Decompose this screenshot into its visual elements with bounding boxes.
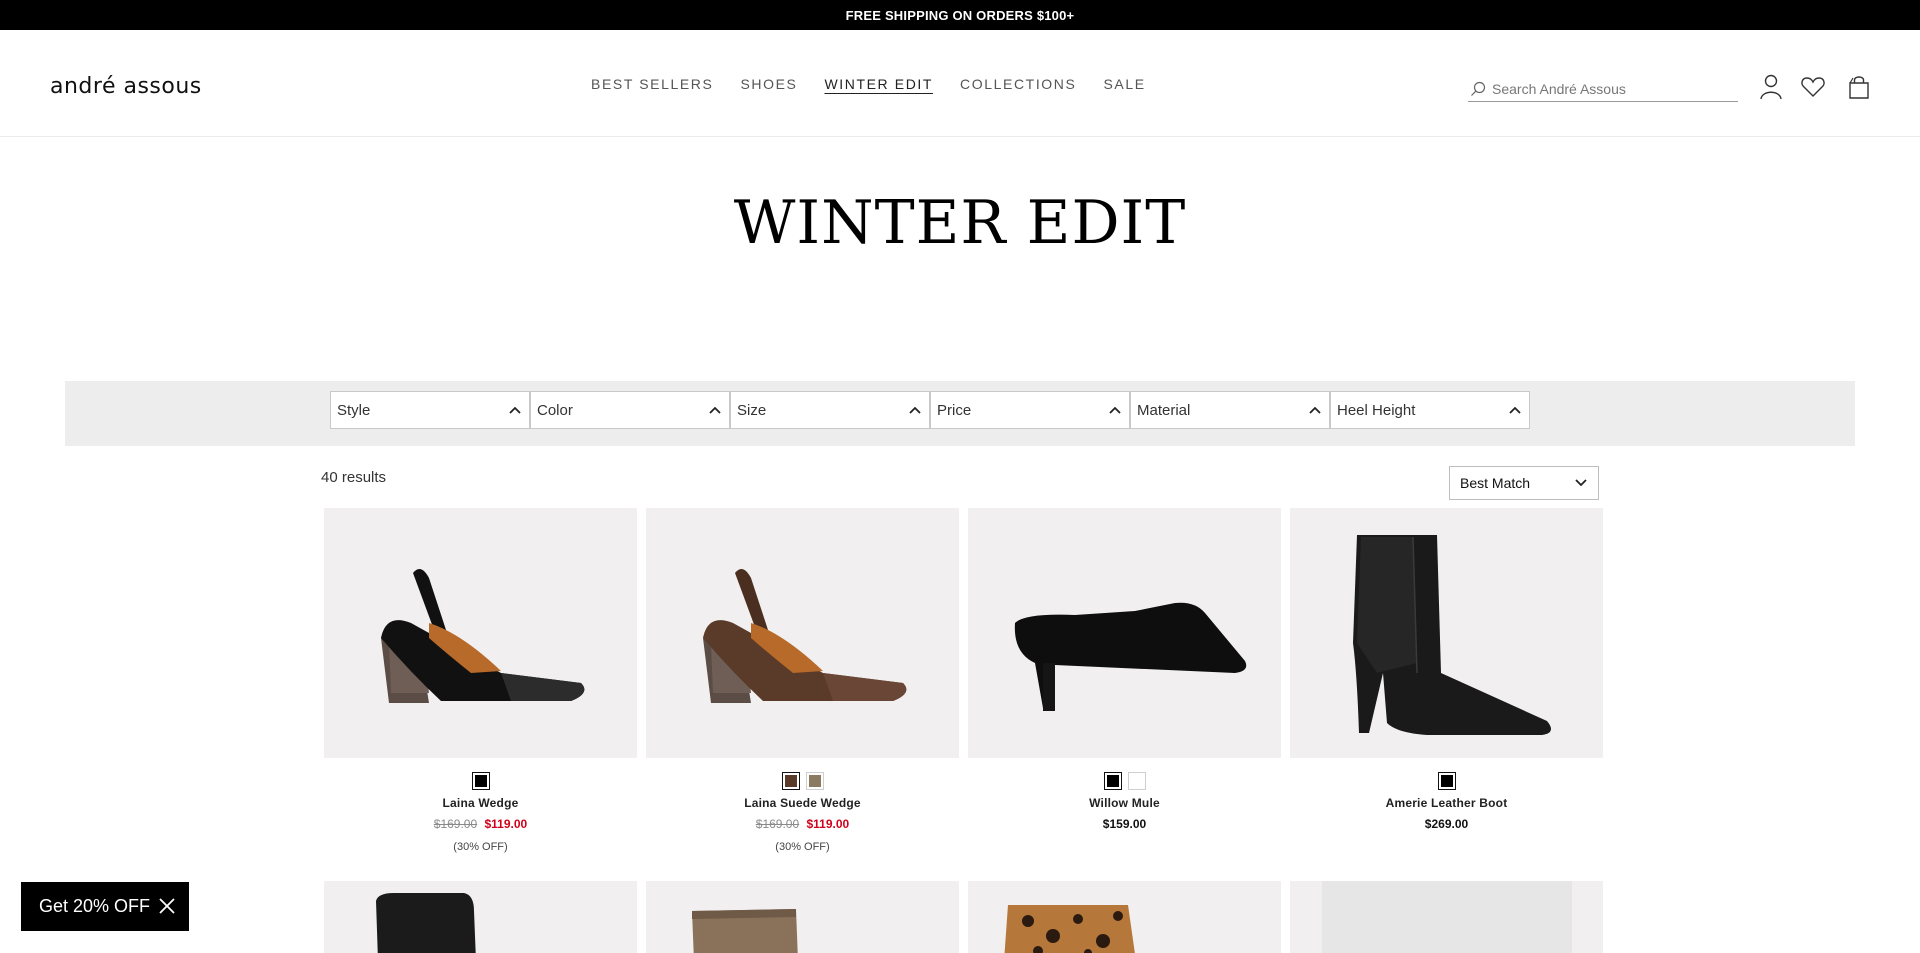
product-price: $269.00 [1290, 817, 1603, 831]
chevron-up-icon [509, 406, 521, 414]
product-price: $169.00 $119.00 [646, 817, 959, 831]
swatch-black[interactable] [471, 772, 490, 790]
product-name[interactable]: Willow Mule [968, 796, 1281, 810]
search-bar [1468, 76, 1738, 102]
sale-price: $119.00 [484, 817, 528, 831]
discount-popup-label: Get 20% OFF [39, 896, 151, 916]
filter-style[interactable]: Style [330, 391, 530, 429]
filter-price[interactable]: Price [930, 391, 1130, 429]
leopard-print-shoe-image [1004, 905, 1135, 953]
product-card[interactable]: Amerie Leather Boot $269.00 [1290, 508, 1603, 831]
site-header: andré assous BEST SELLERS SHOES WINTER E… [0, 30, 1920, 137]
product-image[interactable] [324, 508, 637, 758]
discount-label: (30% OFF) [453, 841, 508, 853]
swatch-white[interactable] [1127, 772, 1146, 790]
wishlist-heart-icon[interactable] [1799, 73, 1827, 101]
product-name[interactable]: Amerie Leather Boot [1290, 796, 1603, 810]
original-price: $169.00 [755, 817, 800, 831]
regular-price: $269.00 [1424, 817, 1469, 831]
nav-best-sellers[interactable]: BEST SELLERS [591, 76, 713, 92]
filter-label: Heel Height [1337, 401, 1416, 419]
filter-heel-height[interactable]: Heel Height [1330, 391, 1530, 429]
product-card[interactable]: Laina Wedge $169.00 $119.00 (30% OFF) [324, 508, 637, 853]
search-input[interactable] [1492, 80, 1732, 97]
product-card[interactable]: Willow Mule $159.00 [968, 508, 1281, 831]
chevron-down-icon [1575, 479, 1587, 487]
color-swatches [646, 772, 959, 790]
product-name[interactable]: Laina Wedge [324, 796, 637, 810]
product-name[interactable]: Laina Suede Wedge [646, 796, 959, 810]
taupe-suede-boot-image [692, 909, 798, 953]
placeholder-image [1321, 881, 1572, 953]
close-icon[interactable] [157, 896, 177, 916]
product-image[interactable] [1290, 881, 1603, 953]
product-card[interactable] [324, 881, 637, 953]
nav-shoes[interactable]: SHOES [740, 76, 797, 92]
black-croc-ankle-boot-image [1352, 535, 1551, 735]
filter-label: Color [537, 401, 573, 419]
product-image[interactable] [646, 881, 959, 953]
product-card[interactable] [968, 881, 1281, 953]
color-swatches [1290, 772, 1603, 790]
chevron-up-icon [1309, 406, 1321, 414]
product-price: $169.00 $119.00 [324, 817, 637, 831]
black-stretch-boot-image [376, 893, 476, 953]
product-image[interactable] [1290, 508, 1603, 758]
chevron-up-icon [909, 406, 921, 414]
nav-collections[interactable]: COLLECTIONS [960, 76, 1076, 92]
sort-dropdown[interactable]: Best Match [1449, 466, 1599, 500]
page-title: WINTER EDIT [733, 188, 1187, 258]
color-swatches [968, 772, 1281, 790]
nav-sale[interactable]: SALE [1103, 76, 1145, 92]
filter-label: Style [337, 401, 371, 419]
filter-label: Price [937, 401, 972, 419]
search-icon[interactable] [1470, 81, 1486, 97]
filter-color[interactable]: Color [530, 391, 730, 429]
chevron-up-icon [1109, 406, 1121, 414]
swatch-black[interactable] [1103, 772, 1122, 790]
discount-popup-button[interactable]: Get 20% OFF [21, 882, 189, 931]
color-swatches [324, 772, 637, 790]
promo-bar: FREE SHIPPING ON ORDERS $100+ [0, 0, 1920, 30]
promo-text: FREE SHIPPING ON ORDERS $100+ [845, 7, 1075, 23]
filter-bar: Style Color Size Price Material Heel Hei… [330, 391, 1530, 429]
filter-label: Size [737, 401, 767, 419]
discount-label: (30% OFF) [775, 841, 830, 853]
product-price: $159.00 [968, 817, 1281, 831]
product-image[interactable] [968, 881, 1281, 953]
brand-logo[interactable]: andré assous [50, 74, 202, 99]
shopping-bag-icon[interactable] [1845, 73, 1873, 101]
results-count: 40 results [321, 469, 387, 486]
filter-material[interactable]: Material [1130, 391, 1330, 429]
account-icon[interactable] [1757, 73, 1785, 101]
swatch-brown[interactable] [781, 772, 800, 790]
nav-winter-edit[interactable]: WINTER EDIT [824, 76, 933, 92]
product-card[interactable]: Laina Suede Wedge $169.00 $119.00 (30% O… [646, 508, 959, 853]
filter-size[interactable]: Size [730, 391, 930, 429]
original-price: $169.00 [433, 817, 478, 831]
chevron-up-icon [709, 406, 721, 414]
product-image[interactable] [324, 881, 637, 953]
swatch-taupe[interactable] [805, 772, 824, 790]
filter-label: Material [1137, 401, 1191, 419]
product-image[interactable] [646, 508, 959, 758]
sale-price: $119.00 [806, 817, 850, 831]
swatch-black[interactable] [1437, 772, 1456, 790]
regular-price: $159.00 [1102, 817, 1147, 831]
main-nav: BEST SELLERS SHOES WINTER EDIT COLLECTIO… [591, 76, 1173, 92]
product-card[interactable] [646, 881, 959, 953]
chevron-up-icon [1509, 406, 1521, 414]
product-card[interactable] [1290, 881, 1603, 953]
black-suede-mule-image [1014, 602, 1246, 711]
brown-slingback-wedge-image [702, 569, 906, 703]
product-image[interactable] [968, 508, 1281, 758]
black-slingback-wedge-image [380, 569, 584, 703]
sort-selected-value: Best Match [1460, 475, 1531, 491]
